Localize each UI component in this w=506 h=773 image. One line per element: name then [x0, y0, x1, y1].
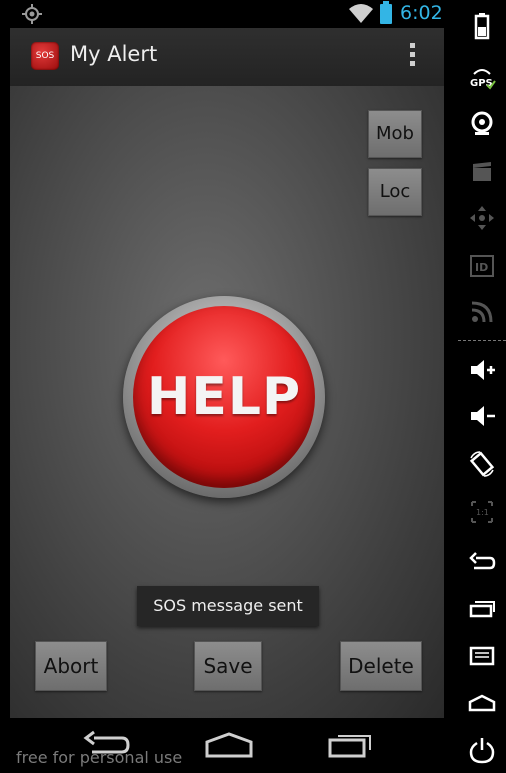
overflow-menu-icon[interactable] — [406, 43, 418, 73]
id-icon[interactable]: ID — [468, 252, 496, 280]
recents-side-icon[interactable] — [468, 594, 496, 622]
recents-icon[interactable] — [326, 730, 376, 760]
watermark-text: free for personal use — [16, 748, 183, 767]
phone-screen: 6:02 SOS My Alert Mob Loc HELP SOS messa… — [0, 0, 458, 773]
emulator-sidebar: GPS ID 1:1 — [458, 0, 506, 773]
help-button[interactable]: HELP — [133, 306, 315, 488]
home-side-icon[interactable] — [468, 688, 496, 716]
delete-button[interactable]: Delete — [340, 641, 422, 691]
main-content: Mob Loc HELP SOS message sent Abort Save… — [10, 86, 444, 718]
id-label: ID — [475, 261, 488, 274]
toast-message: SOS message sent — [137, 586, 319, 626]
video-icon[interactable] — [468, 158, 496, 186]
loc-button[interactable]: Loc — [368, 168, 422, 216]
battery-icon — [380, 1, 392, 24]
home-icon[interactable] — [204, 730, 254, 760]
abort-button[interactable]: Abort — [35, 641, 107, 691]
rotate-icon[interactable] — [468, 450, 496, 478]
app-title: My Alert — [70, 42, 158, 66]
status-bar: 6:02 — [0, 0, 458, 28]
dpad-icon[interactable] — [468, 204, 496, 232]
back-side-icon[interactable] — [468, 548, 496, 576]
gps-icon[interactable]: GPS — [468, 64, 496, 92]
camera-icon[interactable] — [468, 110, 496, 138]
rss-icon[interactable] — [468, 298, 496, 326]
save-button[interactable]: Save — [194, 641, 262, 691]
battery-side-icon[interactable] — [468, 12, 496, 40]
scale-icon[interactable]: 1:1 — [468, 498, 496, 526]
help-button-label: HELP — [146, 367, 302, 427]
status-time: 6:02 — [400, 2, 443, 24]
menu-side-icon[interactable] — [468, 642, 496, 670]
app-window: SOS My Alert Mob Loc HELP SOS message se… — [10, 28, 444, 718]
location-icon — [22, 4, 42, 24]
action-bar: SOS My Alert — [10, 28, 444, 87]
scale-label: 1:1 — [476, 508, 489, 517]
sidebar-divider — [458, 340, 506, 341]
power-icon[interactable] — [468, 736, 496, 764]
app-logo-icon: SOS — [31, 42, 59, 70]
help-button-bezel: HELP — [123, 296, 325, 498]
mob-button[interactable]: Mob — [368, 110, 422, 158]
volume-down-icon[interactable] — [468, 402, 496, 430]
wifi-icon — [349, 4, 373, 23]
volume-up-icon[interactable] — [468, 356, 496, 384]
